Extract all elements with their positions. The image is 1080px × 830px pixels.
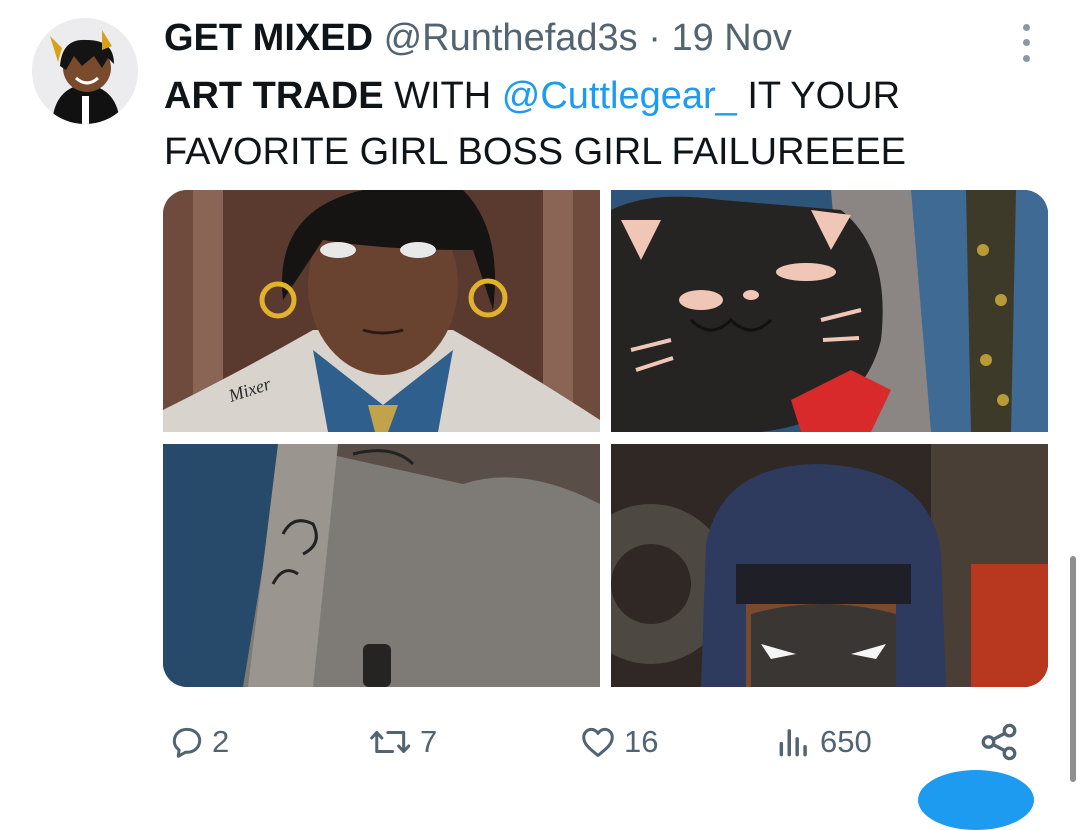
views-button[interactable]: 650 — [774, 712, 872, 772]
views-icon — [779, 729, 807, 757]
like-count: 16 — [624, 724, 659, 759]
image-figure[interactable] — [611, 444, 1048, 687]
repost-icon — [370, 730, 411, 754]
like-button[interactable]: 16 — [578, 712, 658, 772]
reply-button[interactable]: 2 — [168, 712, 229, 772]
tweet-date[interactable]: 19 Nov — [671, 17, 791, 59]
reply-count: 2 — [212, 724, 230, 759]
tweet-header: GET MIXED @Runthefad3s · 19 Nov — [164, 14, 792, 62]
action-bar: 2 7 16 650 — [160, 712, 1040, 772]
repost-button[interactable]: 7 — [368, 712, 437, 772]
compose-fab[interactable] — [918, 770, 1034, 830]
tweet-text-bold: ART TRADE — [164, 75, 384, 117]
avatar[interactable] — [32, 18, 138, 124]
views-count: 650 — [820, 724, 872, 759]
scrollbar[interactable] — [1070, 556, 1076, 782]
user-handle[interactable]: @Runthefad3s — [384, 17, 638, 59]
mention-link[interactable]: @Cuttlegear_ — [502, 75, 737, 117]
repost-count: 7 — [420, 724, 438, 759]
reply-icon — [172, 727, 202, 758]
image-jacket[interactable] — [163, 444, 600, 687]
avatar-image — [32, 18, 138, 124]
separator-dot: · — [637, 17, 672, 59]
display-name[interactable]: GET MIXED — [164, 17, 373, 59]
image-portrait[interactable]: Mixer — [163, 190, 600, 432]
tweet-text-part1: WITH — [383, 75, 502, 117]
tweet-text: ART TRADE WITH @Cuttlegear_ IT YOUR FAVO… — [164, 68, 1044, 180]
share-icon — [981, 723, 1017, 761]
image-cat[interactable] — [611, 190, 1048, 432]
more-icon[interactable] — [1006, 20, 1046, 66]
media-grid: Mixer — [163, 190, 1048, 687]
share-button[interactable] — [978, 712, 1020, 772]
like-icon — [582, 727, 614, 757]
